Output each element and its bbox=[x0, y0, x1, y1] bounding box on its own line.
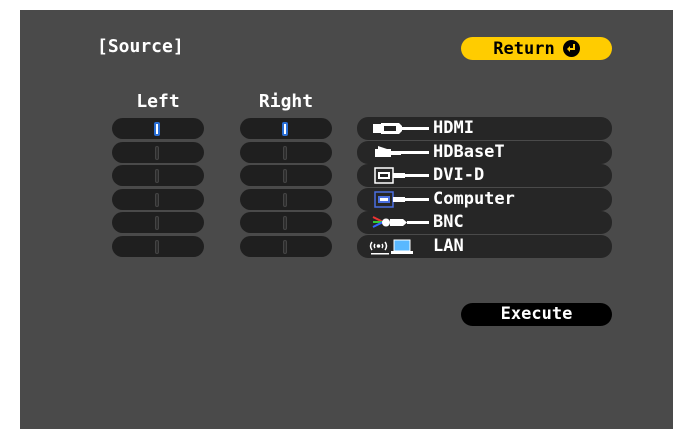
toggle-indicator bbox=[155, 146, 159, 160]
source-item-hdmi: HDMI bbox=[357, 117, 612, 140]
left-column-label: Left bbox=[136, 91, 180, 112]
left-toggle-dvi-d[interactable] bbox=[110, 164, 206, 187]
source-item-computer: Computer bbox=[357, 188, 612, 211]
toggle-indicator bbox=[283, 216, 287, 230]
source-label: BNC bbox=[433, 212, 464, 232]
left-toggle-hdmi[interactable] bbox=[110, 117, 206, 140]
left-toggle-bnc[interactable] bbox=[110, 211, 206, 234]
toggle-indicator bbox=[282, 122, 288, 136]
lan-icon bbox=[369, 238, 431, 255]
computer-vga-icon bbox=[369, 191, 431, 208]
source-label: HDBaseT bbox=[433, 142, 505, 162]
toggle-indicator bbox=[154, 122, 160, 136]
toggle-indicator bbox=[155, 240, 159, 254]
toggle-indicator bbox=[283, 193, 287, 207]
left-toggle-hdbaset[interactable] bbox=[110, 141, 206, 164]
right-toggle-bnc[interactable] bbox=[238, 211, 334, 234]
toggle-indicator bbox=[155, 169, 159, 183]
hdbaset-icon bbox=[369, 144, 431, 161]
toggle-indicator bbox=[283, 169, 287, 183]
return-button[interactable]: Return bbox=[461, 37, 612, 60]
toggle-indicator bbox=[155, 216, 159, 230]
right-toggle-lan[interactable] bbox=[238, 235, 334, 258]
source-label: DVI-D bbox=[433, 165, 485, 185]
toggle-indicator bbox=[155, 193, 159, 207]
left-toggle-computer[interactable] bbox=[110, 188, 206, 211]
page-title: [Source] bbox=[97, 36, 184, 57]
source-item-bnc: BNC bbox=[357, 211, 612, 234]
execute-button[interactable]: Execute bbox=[461, 303, 612, 326]
dvi-icon bbox=[369, 167, 431, 184]
toggle-indicator bbox=[283, 146, 287, 160]
left-toggle-lan[interactable] bbox=[110, 235, 206, 258]
hdmi-icon bbox=[369, 120, 431, 137]
bnc-icon bbox=[369, 214, 431, 231]
return-label: Return bbox=[493, 38, 555, 59]
source-label: Computer bbox=[433, 189, 515, 209]
right-toggle-hdbaset[interactable] bbox=[238, 141, 334, 164]
source-label: HDMI bbox=[433, 118, 474, 138]
toggle-indicator bbox=[283, 240, 287, 254]
right-toggle-dvi-d[interactable] bbox=[238, 164, 334, 187]
source-label: LAN bbox=[433, 236, 464, 256]
enter-icon bbox=[562, 40, 580, 57]
source-item-dvi-d: DVI-D bbox=[357, 164, 612, 187]
right-column-label: Right bbox=[258, 91, 314, 112]
source-item-lan: LAN bbox=[357, 235, 612, 258]
right-toggle-computer[interactable] bbox=[238, 188, 334, 211]
source-item-hdbaset: HDBaseT bbox=[357, 141, 612, 164]
right-toggle-hdmi[interactable] bbox=[238, 117, 334, 140]
